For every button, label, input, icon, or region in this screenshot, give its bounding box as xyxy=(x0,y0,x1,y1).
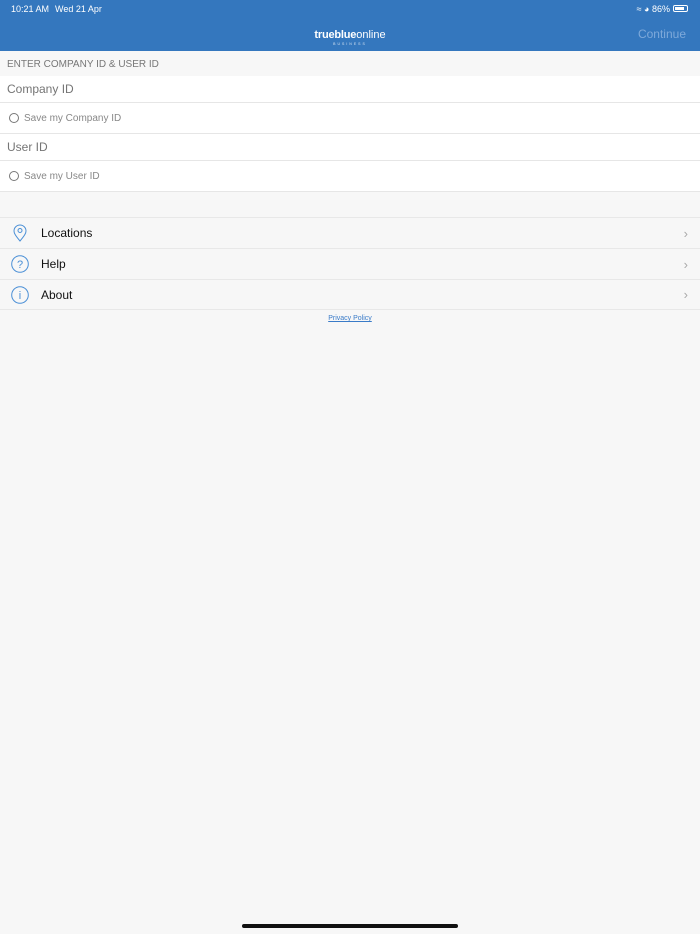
menu-item-about[interactable]: i About › xyxy=(0,279,700,310)
section-title: ENTER COMPANY ID & USER ID xyxy=(7,59,159,70)
continue-button[interactable]: Continue xyxy=(638,27,686,41)
svg-text:i: i xyxy=(19,290,21,302)
save-company-checkbox[interactable]: Save my Company ID xyxy=(0,103,700,134)
radio-circle-icon xyxy=(9,113,19,123)
question-icon: ? xyxy=(11,255,29,273)
orientation-lock-icon: ◕ xyxy=(644,4,650,14)
nav-bar: 10:21 AM Wed 21 Apr ≈ ◕ 86% trueblueonli… xyxy=(0,0,700,51)
menu-item-help[interactable]: ? Help › xyxy=(0,248,700,279)
menu-item-locations[interactable]: Locations › xyxy=(0,217,700,248)
svg-text:?: ? xyxy=(17,259,23,271)
company-id-input[interactable] xyxy=(0,76,700,102)
save-user-checkbox[interactable]: Save my User ID xyxy=(0,161,700,192)
location-pin-icon xyxy=(11,224,29,242)
status-icons: ≈ ◕ 86% xyxy=(637,4,670,14)
battery-icon xyxy=(673,5,688,12)
wifi-icon: ≈ xyxy=(636,4,642,14)
home-indicator[interactable] xyxy=(242,924,458,928)
privacy-policy-link[interactable]: Privacy Policy xyxy=(328,315,372,322)
user-id-input[interactable] xyxy=(0,134,700,160)
status-date: Wed 21 Apr xyxy=(55,4,102,14)
battery-percent: 86% xyxy=(651,4,670,14)
info-icon: i xyxy=(11,285,29,304)
app-logo: trueblueonline BUSINESS xyxy=(314,29,386,46)
status-time: 10:21 AM xyxy=(11,4,50,14)
chevron-right-icon: › xyxy=(683,287,688,302)
chevron-right-icon: › xyxy=(683,225,688,241)
radio-circle-icon xyxy=(9,171,19,181)
chevron-right-icon: › xyxy=(683,256,688,272)
